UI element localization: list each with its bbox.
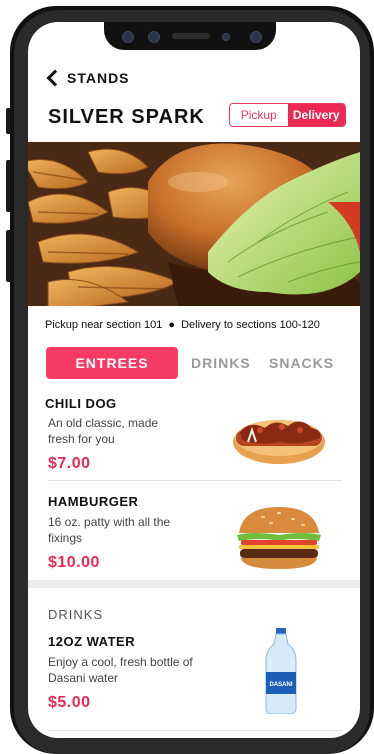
water-bottle-illustration: DASANI [265, 628, 297, 715]
item-name-hamburger[interactable]: HAMBURGER [48, 494, 138, 509]
camera-icon [122, 31, 134, 43]
proximity-sensor-icon [222, 33, 230, 41]
pickup-delivery-info: Pickup near section 101 ● Delivery to sect… [45, 319, 320, 331]
section-separator [28, 580, 360, 588]
item-price-hamburger: $10.00 [48, 554, 100, 571]
hot-dog-illustration [233, 420, 325, 464]
item-description-hamburger: 16 oz. patty with all the fixings [48, 515, 171, 545]
tab-snacks[interactable]: SNACKS [269, 355, 334, 371]
item-description-water: Enjoy a cool, fresh bottle of Dasani wat… [48, 655, 193, 685]
pickup-option[interactable]: Pickup [230, 104, 288, 126]
back-label: STANDS [67, 70, 130, 86]
bullet-separator: ● [168, 319, 176, 331]
chili-dog-image[interactable] [230, 402, 328, 477]
hamburger-image[interactable] [233, 505, 325, 576]
item-price-chili-dog: $7.00 [48, 455, 91, 472]
item-name-water[interactable]: 12OZ WATER [48, 634, 135, 649]
app-screen: STANDS SILVER SPARK Pickup Delivery Pick… [28, 22, 360, 738]
tab-drinks[interactable]: DRINKS [191, 355, 251, 371]
sensor-icon [148, 31, 160, 43]
bottle-label: DASANI [269, 682, 292, 688]
front-camera-icon [250, 31, 262, 43]
item-divider [48, 480, 342, 481]
delivery-option[interactable]: Delivery [287, 104, 345, 126]
phone-notch [104, 22, 276, 50]
chevron-left-icon [46, 69, 64, 87]
item-description-chili-dog: An old classic, made fresh for you [48, 416, 159, 446]
hero-image [28, 142, 360, 306]
item-price-water: $5.00 [48, 694, 91, 711]
item-name-chili-dog[interactable]: CHILI DOG [45, 396, 117, 411]
item-divider [48, 730, 342, 731]
drinks-section-label: DRINKS [48, 607, 104, 622]
tab-entrees[interactable]: ENTREES [46, 347, 178, 379]
delivery-info: Delivery to sections 100-120 [181, 319, 320, 331]
burger-illustration [237, 507, 321, 569]
speaker-grille [172, 33, 210, 39]
pickup-delivery-toggle: Pickup Delivery [229, 103, 346, 127]
stand-title: SILVER SPARK [48, 106, 205, 128]
fries-burger-photo [28, 142, 360, 306]
pickup-info: Pickup near section 101 [45, 319, 163, 331]
water-bottle-image[interactable]: DASANI [264, 628, 298, 719]
back-button[interactable]: STANDS [46, 69, 130, 87]
